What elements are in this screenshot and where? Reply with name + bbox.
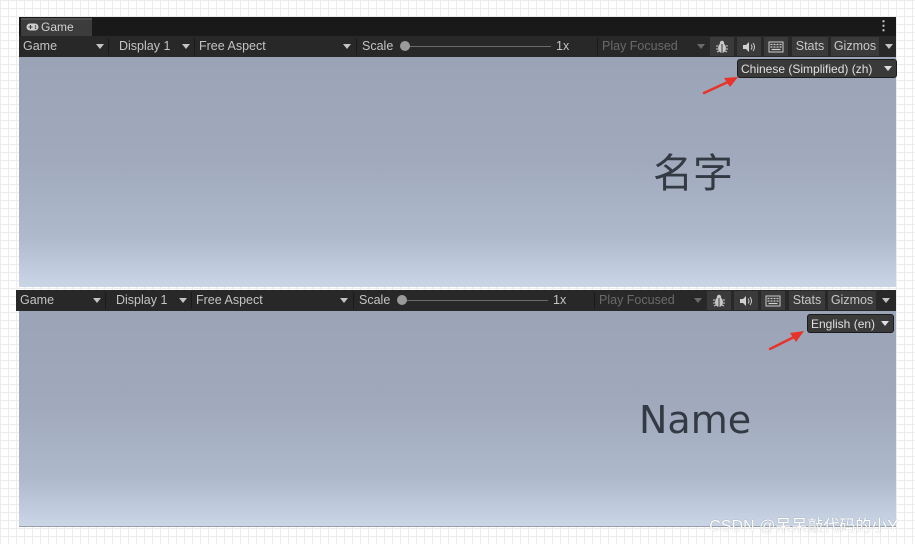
game-toolbar: Game Display 1 Free Aspect Scale 1x Play… (16, 290, 896, 311)
watermark-text: CSDN @呆呆敲代码的小Y (709, 518, 898, 535)
scale-slider[interactable] (403, 46, 551, 47)
window-tab-bar: Game ⋮ (19, 17, 896, 36)
aspect-chevron-down-icon (340, 298, 348, 303)
display-dropdown[interactable]: Display 1 (116, 290, 167, 311)
play-focused-label: Play Focused (602, 39, 678, 53)
keyboard-icon (768, 41, 784, 52)
play-focused-chevron-down-icon (694, 298, 702, 303)
scale-slider[interactable] (400, 300, 548, 301)
aspect-dropdown[interactable]: Free Aspect (196, 290, 263, 311)
keyboard-icon (765, 295, 781, 306)
game-mode-dropdown[interactable]: Game (23, 36, 57, 57)
game-toolbar: Game Display 1 Free Aspect Scale 1x Play… (19, 36, 896, 57)
game-view: Chinese (Simplified) (zh) 名字 (19, 57, 897, 287)
scale-value: 1x (553, 293, 567, 307)
more-options-icon[interactable]: ⋮ (877, 18, 890, 34)
game-mode-chevron-down-icon (96, 44, 104, 49)
stats-button[interactable]: Stats (792, 37, 828, 56)
scale-slider-thumb[interactable] (397, 295, 407, 305)
localized-name-text: 名字 (653, 151, 733, 197)
mute-audio-button[interactable] (737, 37, 761, 56)
game-mode-label: Game (23, 39, 58, 53)
scale-value: 1x (556, 39, 570, 53)
speaker-icon (743, 41, 755, 52)
game-mode-chevron-down-icon (93, 298, 101, 303)
game-mode-label: Game (20, 293, 55, 307)
display-chevron-down-icon (179, 298, 187, 303)
language-dropdown[interactable]: Chinese (Simplified) (zh) (737, 59, 897, 78)
frame-debugger-button[interactable] (707, 291, 731, 310)
speaker-icon (740, 295, 752, 306)
game-mode-dropdown[interactable]: Game (20, 290, 54, 311)
gizmos-button[interactable]: Gizmos (828, 291, 876, 310)
display-label: Display 1 (116, 293, 168, 307)
annotation-arrow-icon (702, 77, 738, 95)
game-tab-label: Game (41, 20, 74, 34)
gamepad-icon (26, 23, 39, 31)
language-chevron-down-icon (881, 321, 889, 326)
localized-name-text: Name (639, 398, 752, 442)
shortcuts-button[interactable] (764, 37, 788, 56)
aspect-dropdown[interactable]: Free Aspect (199, 36, 266, 57)
bug-icon (716, 40, 728, 53)
scale-label: Scale (359, 293, 391, 307)
game-tab[interactable]: Game (21, 18, 92, 36)
language-dropdown[interactable]: English (en) (807, 314, 894, 333)
game-panel-english: Game Display 1 Free Aspect Scale 1x Play… (16, 290, 896, 527)
bug-icon (713, 294, 725, 307)
language-chevron-down-icon (884, 66, 892, 71)
aspect-label: Free Aspect (196, 293, 263, 307)
gizmos-button[interactable]: Gizmos (831, 37, 879, 56)
scale-label: Scale (362, 39, 394, 53)
stats-button[interactable]: Stats (789, 291, 825, 310)
gizmos-chevron-down-icon[interactable] (882, 298, 890, 303)
language-selected: English (en) (811, 317, 876, 331)
play-focused-dropdown[interactable]: Play Focused (602, 36, 678, 57)
scale-slider-thumb[interactable] (400, 41, 410, 51)
display-dropdown[interactable]: Display 1 (119, 36, 170, 57)
mute-audio-button[interactable] (734, 291, 758, 310)
display-chevron-down-icon (182, 44, 190, 49)
aspect-label: Free Aspect (199, 39, 266, 53)
frame-debugger-button[interactable] (710, 37, 734, 56)
game-view: English (en) Name (19, 311, 896, 526)
play-focused-label: Play Focused (599, 293, 675, 307)
game-panel-chinese: Game ⋮ Game Display 1 Free Aspect Scale … (19, 17, 897, 287)
shortcuts-button[interactable] (761, 291, 785, 310)
gizmos-chevron-down-icon[interactable] (885, 44, 893, 49)
aspect-chevron-down-icon (343, 44, 351, 49)
display-label: Display 1 (119, 39, 171, 53)
play-focused-chevron-down-icon (697, 44, 705, 49)
annotation-arrow-icon (768, 331, 804, 351)
language-selected: Chinese (Simplified) (zh) (741, 62, 873, 76)
play-focused-dropdown[interactable]: Play Focused (599, 290, 675, 311)
